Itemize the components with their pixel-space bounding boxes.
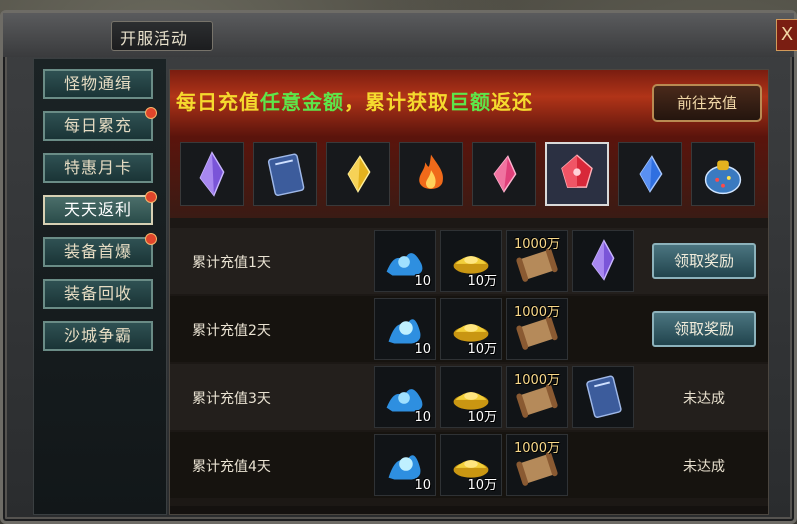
sidebar-item-daily-recharge[interactable]: 每日累充 [43, 107, 157, 141]
blue-gem-icon[interactable] [618, 142, 682, 206]
close-button[interactable]: X [776, 19, 797, 51]
status-not-reached: 未达成 [683, 459, 725, 475]
reward-quantity: 1000万 [513, 237, 561, 252]
row-label: 累计充值3天 [192, 391, 271, 407]
reward-quantity: 1000万 [513, 373, 561, 388]
row-label: 累计充值4天 [192, 459, 271, 475]
sidebar: 怪物通缉 每日累充 特惠月卡 天天返利 装备首爆 装备回收 沙城争霸 [33, 58, 167, 515]
activity-window: 开服活动 X 怪物通缉 每日累充 特惠月卡 天天返利 装备首爆 装备回收 沙城争… [0, 10, 797, 524]
reward-row: 累计充值2天 10 10万 1000万 领取奖励 [170, 296, 768, 362]
banner-text-part: 每日充值 [176, 90, 260, 114]
reward-quantity: 1000万 [513, 305, 561, 320]
reward-quantity: 1000万 [513, 441, 561, 456]
sidebar-item-equipment-first-drop[interactable]: 装备首爆 [43, 233, 157, 267]
go-recharge-button[interactable]: 前往充值 [652, 84, 762, 122]
reward-quantity: 10万 [467, 410, 497, 425]
banner-text-part: 巨额 [449, 90, 491, 114]
activity-panel: 每日充值任意金额，累计获取巨额返还 前往充值 累计充值1天 10 10万 100… [169, 69, 769, 515]
scroll-icon[interactable]: 1000万 [506, 230, 568, 292]
sidebar-item-label: 装备首爆 [63, 242, 132, 261]
sidebar-item-monthly-card[interactable]: 特惠月卡 [43, 153, 153, 183]
pink-gem-icon[interactable] [472, 142, 536, 206]
gold-ingot-icon[interactable]: 10万 [440, 230, 502, 292]
window-title: 开服活动 [120, 29, 189, 48]
list-bottom-edge [170, 506, 768, 514]
fire-icon[interactable] [399, 142, 463, 206]
banner-text-part: 返还 [491, 90, 533, 114]
sidebar-item-label: 装备回收 [63, 284, 132, 303]
sidebar-item-equipment-recycle[interactable]: 装备回收 [43, 279, 153, 309]
reward-quantity: 10 [414, 410, 431, 425]
reward-quantity: 10 [414, 478, 431, 493]
banner-text-part: ，累计获取 [344, 90, 449, 114]
gold-ingot-icon[interactable]: 10万 [440, 298, 502, 360]
reward-quantity: 10万 [467, 274, 497, 289]
claim-reward-button[interactable]: 领取奖励 [652, 243, 756, 279]
sidebar-item-castle-siege[interactable]: 沙城争霸 [43, 321, 153, 351]
notification-dot [145, 191, 157, 203]
blue-spirit-icon[interactable]: 10 [374, 366, 436, 428]
yellow-gem-icon[interactable] [326, 142, 390, 206]
sidebar-item-label: 天天返利 [63, 200, 132, 219]
blue-book-icon[interactable] [253, 142, 317, 206]
reward-quantity: 10 [414, 274, 431, 289]
reward-row: 累计充值4天 10 10万 1000万 未达成 [170, 432, 768, 498]
treasure-bag-icon[interactable] [691, 142, 755, 206]
red-gem-icon[interactable] [545, 142, 609, 206]
gold-ingot-icon[interactable]: 10万 [440, 434, 502, 496]
status-not-reached: 未达成 [683, 391, 725, 407]
purple-crystal-icon[interactable] [180, 142, 244, 206]
gold-ingot-icon[interactable]: 10万 [440, 366, 502, 428]
reward-row: 累计充值3天 10 10万 1000万 未达成 [170, 364, 768, 430]
row-label: 累计充值1天 [192, 255, 271, 271]
activity-banner: 每日充值任意金额，累计获取巨额返还 前往充值 [170, 70, 768, 218]
sidebar-item-label: 怪物通缉 [63, 74, 132, 93]
sidebar-item-label: 每日累充 [63, 116, 132, 135]
sidebar-item-label: 特惠月卡 [63, 158, 132, 177]
sidebar-item-daily-rebate[interactable]: 天天返利 [43, 191, 157, 225]
blue-spirit-icon[interactable]: 10 [374, 298, 436, 360]
reward-quantity: 10万 [467, 342, 497, 357]
sidebar-item-label: 沙城争霸 [63, 326, 132, 345]
scroll-icon[interactable]: 1000万 [506, 366, 568, 428]
scroll-icon[interactable]: 1000万 [506, 298, 568, 360]
reward-quantity: 10万 [467, 478, 497, 493]
notification-dot [145, 233, 157, 245]
row-label: 累计充值2天 [192, 323, 271, 339]
blue-book-icon[interactable] [572, 366, 634, 428]
notification-dot [145, 107, 157, 119]
reward-quantity: 10 [414, 342, 431, 357]
blue-spirit-icon[interactable]: 10 [374, 434, 436, 496]
sidebar-item-monster-bounty[interactable]: 怪物通缉 [43, 69, 153, 99]
purple-crystal-icon[interactable] [572, 230, 634, 292]
banner-text-part: 任意金额 [260, 90, 344, 114]
reward-row: 累计充值1天 10 10万 1000万 领取奖励 [170, 228, 768, 294]
claim-reward-button[interactable]: 领取奖励 [652, 311, 756, 347]
banner-slogan: 每日充值任意金额，累计获取巨额返还 [176, 86, 533, 115]
blue-spirit-icon[interactable]: 10 [374, 230, 436, 292]
scroll-icon[interactable]: 1000万 [506, 434, 568, 496]
